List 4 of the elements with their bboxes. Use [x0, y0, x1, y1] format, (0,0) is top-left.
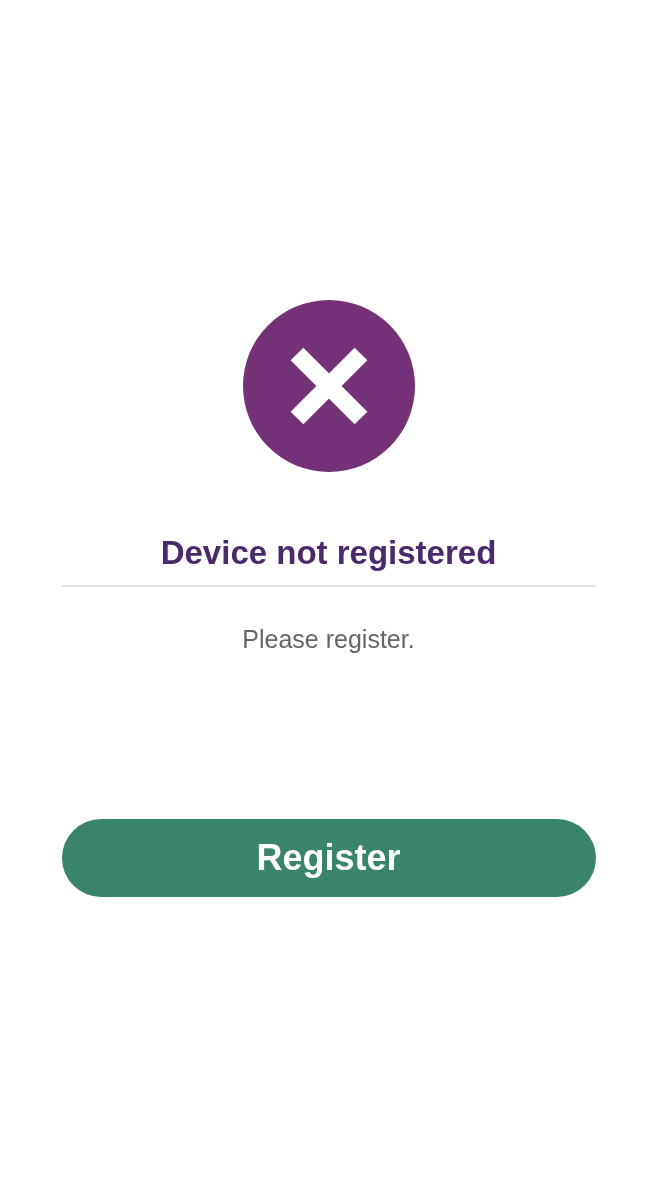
- register-button[interactable]: Register: [61, 819, 596, 897]
- error-icon: [242, 300, 415, 472]
- status-message: Please register.: [242, 625, 415, 654]
- status-title: Device not registered: [160, 534, 497, 572]
